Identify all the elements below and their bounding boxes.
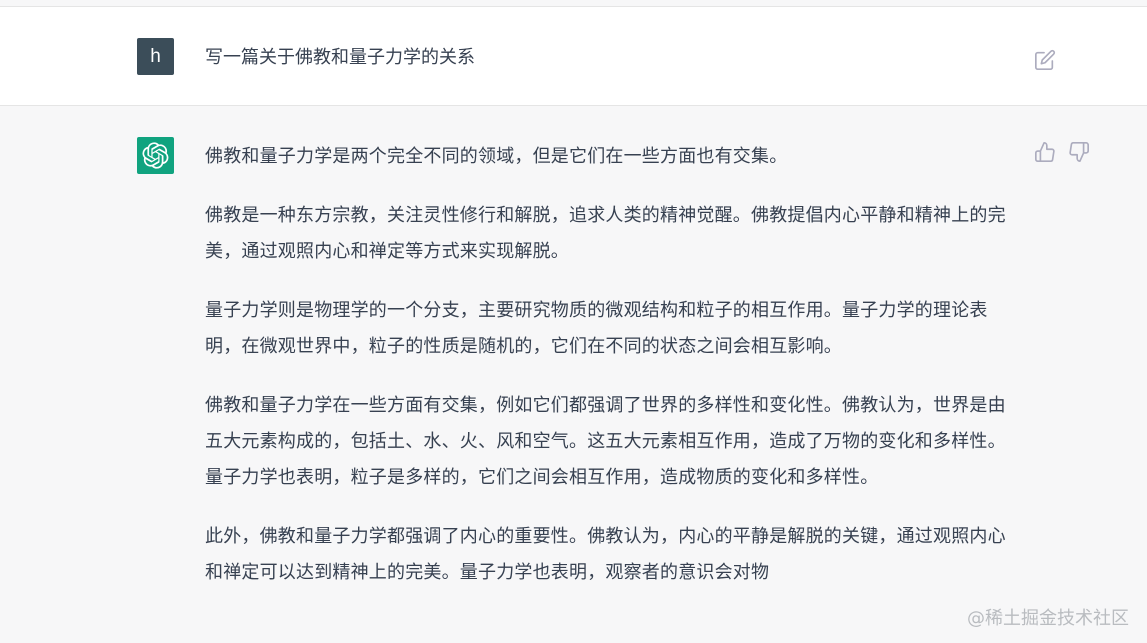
openai-logo-icon: [142, 142, 169, 169]
user-message-row: h 写一篇关于佛教和量子力学的关系: [0, 7, 1147, 106]
top-edge: [0, 0, 1147, 7]
response-paragraph-4: 佛教和量子力学在一些方面有交集，例如它们都强调了世界的多样性和变化性。佛教认为，…: [205, 395, 1006, 488]
thumb-down-icon: [1069, 142, 1089, 162]
watermark: @稀土掘金技术社区: [967, 608, 1129, 629]
edit-icon: [1035, 49, 1056, 70]
assistant-message-row: 佛教和量子力学是两个完全不同的领域，但是它们在一些方面也有交集。 佛教是一种东方…: [0, 106, 1147, 643]
thumbs-up-button[interactable]: [1034, 141, 1056, 163]
response-paragraph-2: 佛教是一种东方宗教，关注灵性修行和解脱，追求人类的精神觉醒。佛教提倡内心平静和精…: [205, 205, 1006, 262]
response-paragraph-1: 佛教和量子力学是两个完全不同的领域，但是它们在一些方面也有交集。: [205, 146, 788, 167]
assistant-avatar: [137, 137, 174, 174]
edit-message-button[interactable]: [1034, 49, 1056, 71]
thumb-up-icon: [1035, 142, 1055, 162]
response-paragraph-3: 量子力学则是物理学的一个分支，主要研究物质的微观结构和粒子的相互作用。量子力学的…: [205, 300, 988, 357]
assistant-response: 佛教和量子力学是两个完全不同的领域，但是它们在一些方面也有交集。 佛教是一种东方…: [205, 139, 1010, 614]
user-message-text: 写一篇关于佛教和量子力学的关系: [205, 47, 475, 68]
thumbs-down-button[interactable]: [1068, 141, 1090, 163]
response-paragraph-5: 此外，佛教和量子力学都强调了内心的重要性。佛教认为，内心的平静是解脱的关键，通过…: [205, 526, 1006, 583]
user-avatar: h: [137, 38, 174, 75]
